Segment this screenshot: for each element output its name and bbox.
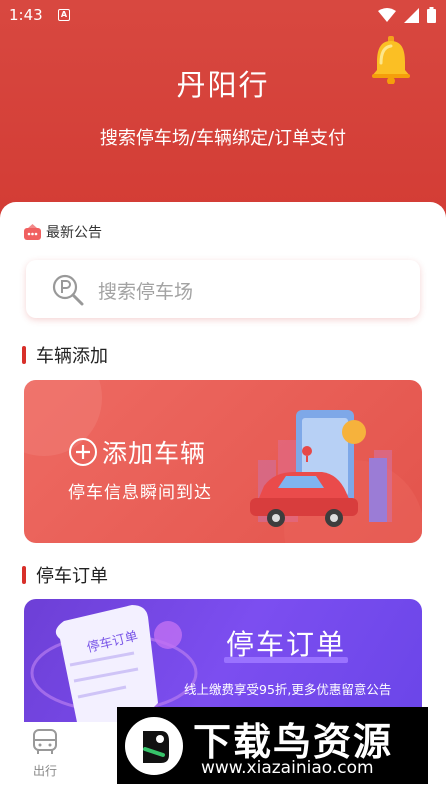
add-vehicle-label: 添加车辆 (102, 439, 207, 468)
signal-icon (404, 7, 419, 23)
notification-a-icon: A (58, 9, 70, 21)
add-vehicle-subtitle: 停车信息瞬间到达 (68, 483, 212, 503)
watermark-overlay: 下载鸟资源 www.xiazainiao.com (117, 707, 428, 784)
main-card: 最新公告 搜索停车场 车辆添加 添加车辆 停车信息瞬间到达 停车订单 停车订单 … (0, 202, 446, 742)
search-input[interactable]: 搜索停车场 (26, 260, 420, 318)
parking-search-icon (52, 274, 84, 306)
section-marker (22, 346, 26, 364)
title-underline (224, 657, 348, 663)
battery-icon (427, 7, 436, 23)
parking-order-subtitle: 线上缴费享受95折,更多优惠留意公告 (184, 682, 392, 697)
tab-travel[interactable]: 出行 (26, 728, 64, 779)
add-vehicle-title: 添加车辆 (68, 434, 206, 470)
section-parking-order: 停车订单 (22, 562, 108, 588)
bus-icon (33, 729, 57, 754)
section-title: 车辆添加 (36, 346, 108, 367)
status-time: 1:43 (9, 6, 43, 24)
tab-label: 出行 (32, 764, 57, 778)
status-bar: 1:43 A (0, 0, 446, 30)
notice-link[interactable]: 最新公告 (24, 222, 102, 242)
add-circle-icon (69, 438, 97, 466)
page-subtitle: 搜索停车场/车辆绑定/订单支付 (99, 128, 347, 149)
megaphone-icon (24, 224, 41, 240)
section-marker (22, 566, 26, 584)
wifi-icon (378, 8, 396, 22)
status-icons (378, 7, 436, 23)
search-placeholder: 搜索停车场 (98, 281, 194, 303)
section-title: 停车订单 (36, 566, 108, 587)
add-vehicle-banner[interactable]: 添加车辆 停车信息瞬间到达 (24, 380, 422, 543)
bell-icon[interactable] (369, 36, 413, 84)
bird-logo-icon (125, 717, 183, 775)
notice-label: 最新公告 (46, 225, 102, 241)
section-vehicle-add: 车辆添加 (22, 342, 108, 368)
watermark-url: www.xiazainiao.com (201, 758, 374, 778)
